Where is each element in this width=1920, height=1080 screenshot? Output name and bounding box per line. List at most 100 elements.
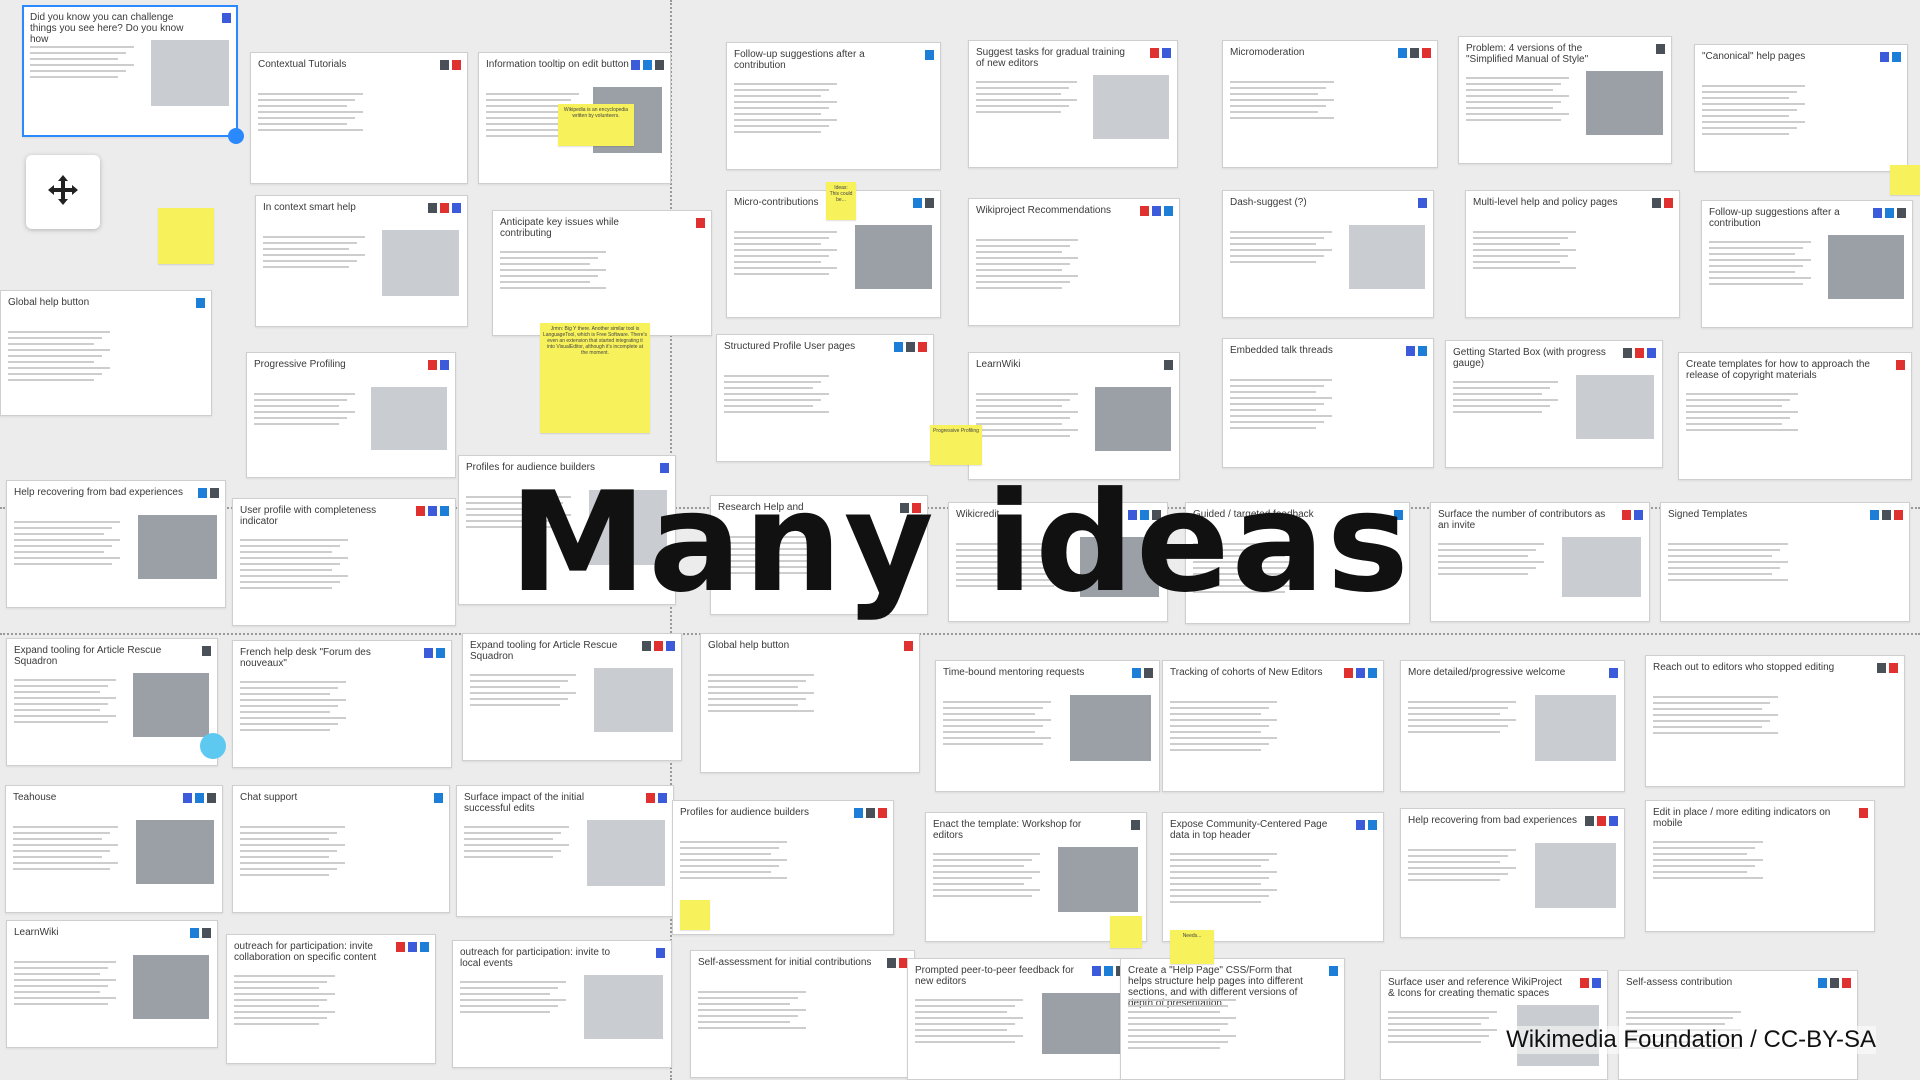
idea-card[interactable]: Progressive Profiling	[246, 352, 456, 478]
idea-card[interactable]: Did you know you can challenge things yo…	[22, 5, 238, 137]
idea-card[interactable]: Expand tooling for Article Rescue Squadr…	[462, 633, 682, 761]
idea-card[interactable]: Suggest tasks for gradual training of ne…	[968, 40, 1178, 168]
idea-card[interactable]: Anticipate key issues while contributing	[492, 210, 712, 336]
idea-card-title: outreach for participation: invite to lo…	[460, 947, 611, 969]
card-text-line	[1473, 243, 1561, 245]
idea-card[interactable]: Structured Profile User pages	[716, 334, 934, 462]
card-text-line	[1128, 1035, 1236, 1037]
idea-card[interactable]: Self-assessment for initial contribution…	[690, 950, 915, 1078]
card-text-line	[470, 686, 560, 688]
idea-card[interactable]: Follow-up suggestions after a contributi…	[1701, 200, 1913, 328]
idea-card[interactable]: Chat support	[232, 785, 450, 913]
card-text-line	[1170, 883, 1261, 885]
card-text-line	[1230, 117, 1334, 119]
idea-card[interactable]: Global help button	[700, 633, 920, 773]
sticky-note[interactable]: Jrmn: Big Y there. Another similar tool …	[540, 323, 650, 433]
card-text-line	[1653, 708, 1762, 710]
idea-card[interactable]: Follow-up suggestions after a contributi…	[726, 42, 941, 170]
card-tag-icon	[1356, 820, 1365, 830]
idea-card[interactable]: Create a "Help Page" CSS/Form that helps…	[1120, 958, 1345, 1080]
idea-card[interactable]: Micromoderation	[1222, 40, 1438, 168]
move-handle-button[interactable]	[26, 155, 100, 229]
card-tag-icon	[1356, 668, 1365, 678]
idea-card[interactable]: Problem: 4 versions of the "Simplified M…	[1458, 36, 1672, 164]
card-text-line	[1709, 277, 1811, 279]
card-text-line	[976, 399, 1070, 401]
idea-card[interactable]: Teahouse	[5, 785, 223, 913]
card-text-line	[1653, 702, 1770, 704]
idea-card-title: Global help button	[708, 640, 790, 651]
idea-card-title: Information tooltip on edit button	[486, 59, 629, 70]
card-text-line	[1453, 405, 1550, 407]
idea-card[interactable]: LearnWiki	[6, 920, 218, 1048]
idea-card-title: Reach out to editors who stopped editing	[1653, 662, 1835, 673]
idea-card[interactable]: Prompted peer-to-peer feedback for new e…	[907, 958, 1132, 1080]
idea-card[interactable]: Dash-suggest (?)	[1222, 190, 1434, 318]
card-text-line	[258, 105, 347, 107]
idea-card[interactable]: Expose Community-Centered Page data in t…	[1162, 812, 1384, 942]
sticky-note[interactable]: Ideas: This could be...	[826, 182, 856, 220]
card-text-line	[734, 113, 822, 115]
card-text-line	[943, 713, 1035, 715]
card-tag-icon	[1140, 206, 1149, 216]
idea-card[interactable]: Expand tooling for Article Rescue Squadr…	[6, 638, 218, 766]
sticky-note[interactable]	[158, 208, 214, 264]
card-tag-icon	[424, 648, 433, 658]
card-text-line	[708, 698, 806, 700]
card-text-line	[1408, 707, 1508, 709]
card-text-line	[464, 844, 569, 846]
sticky-note[interactable]	[1110, 916, 1142, 948]
sticky-note[interactable]: Progressive Profiling	[930, 425, 982, 465]
card-text-line	[14, 685, 108, 687]
idea-card[interactable]: Help recovering from bad experiences	[1400, 808, 1625, 938]
idea-card[interactable]: outreach for participation: invite to lo…	[452, 940, 672, 1068]
idea-card[interactable]: Surface user and reference WikiProject &…	[1380, 970, 1608, 1080]
idea-card[interactable]: Self-assess contribution	[1618, 970, 1858, 1080]
idea-card[interactable]: Tracking of cohorts of New Editors	[1162, 660, 1384, 792]
card-text-line	[13, 868, 110, 870]
idea-card[interactable]: Contextual Tutorials	[250, 52, 468, 184]
card-tag-icon	[918, 342, 927, 352]
idea-card[interactable]: Time-bound mentoring requests	[935, 660, 1160, 792]
card-text-line	[1653, 865, 1756, 867]
idea-card[interactable]: Wikiproject Recommendations	[968, 198, 1180, 326]
selection-handle[interactable]	[228, 128, 244, 144]
idea-card[interactable]: Surface impact of the initial successful…	[456, 785, 674, 917]
idea-card[interactable]: outreach for participation: invite colla…	[226, 934, 436, 1064]
card-text-line	[254, 423, 339, 425]
card-text-line	[258, 117, 355, 119]
card-tag-icon	[1152, 206, 1161, 216]
card-text-line	[14, 691, 100, 693]
card-text-line	[943, 731, 1035, 733]
card-text-line	[915, 1011, 1007, 1013]
idea-card[interactable]: Reach out to editors who stopped editing	[1645, 655, 1905, 787]
sticky-note[interactable]: Needs...	[1170, 930, 1214, 964]
idea-card[interactable]: Multi-level help and policy pages	[1465, 190, 1680, 318]
card-tag-icon	[658, 793, 667, 803]
idea-card[interactable]: LearnWiki	[968, 352, 1180, 480]
idea-card[interactable]: More detailed/progressive welcome	[1400, 660, 1625, 792]
idea-card[interactable]: Create templates for how to approach the…	[1678, 352, 1912, 480]
sticky-note[interactable]	[680, 900, 710, 930]
card-text-line	[1702, 133, 1789, 135]
card-text-line	[1230, 255, 1324, 257]
idea-card[interactable]: Edit in place / more editing indicators …	[1645, 800, 1875, 932]
idea-card-title: Teahouse	[13, 792, 57, 803]
idea-card[interactable]: French help desk "Forum des nouveaux"	[232, 640, 452, 768]
card-text-line	[1230, 403, 1324, 405]
idea-card[interactable]: Getting Started Box (with progress gauge…	[1445, 340, 1663, 468]
idea-card[interactable]: Embedded talk threads	[1222, 338, 1434, 468]
card-text-line	[680, 871, 771, 873]
sticky-note[interactable]	[1890, 165, 1920, 195]
card-text-line	[976, 269, 1062, 271]
idea-card-title: Getting Started Box (with progress gauge…	[1453, 347, 1606, 369]
card-text-line	[1128, 1017, 1236, 1019]
sticky-note[interactable]: Wikipedia is an encyclopedia written by …	[558, 104, 634, 146]
idea-card[interactable]: Global help button	[0, 290, 212, 416]
card-text-line	[1408, 873, 1508, 875]
idea-card[interactable]: "Canonical" help pages	[1694, 44, 1908, 172]
slide-credit: Wikimedia Foundation / CC-BY-SA	[1506, 1026, 1876, 1054]
card-text-line	[1686, 429, 1799, 431]
card-text-line	[915, 999, 1023, 1001]
idea-card[interactable]: In context smart help	[255, 195, 468, 327]
